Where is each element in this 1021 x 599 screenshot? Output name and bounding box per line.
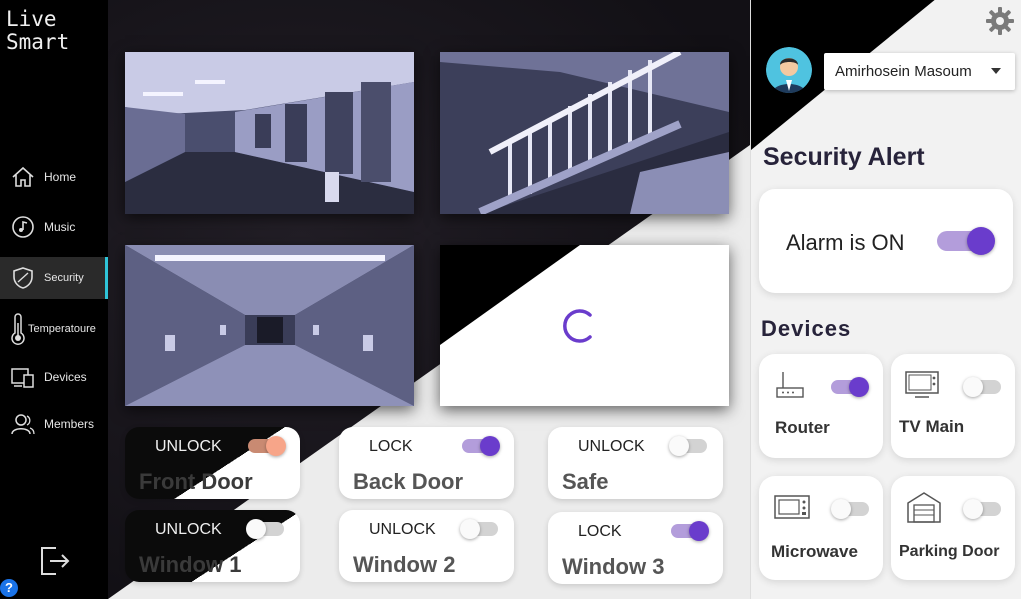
router-icon <box>773 368 811 402</box>
lock-name: Window 1 <box>139 552 242 577</box>
back-door-toggle[interactable] <box>462 436 500 456</box>
device-card-tv-main[interactable]: TV Main <box>891 354 1015 458</box>
lock-state: UNLOCK <box>369 521 436 538</box>
lock-state: UNLOCK <box>155 438 222 455</box>
sidebar-item-label: Temperatoure <box>28 323 96 335</box>
sidebar-item-security[interactable]: Security <box>0 257 108 299</box>
lock-card-back-door: LOCK Back Door <box>339 427 514 499</box>
sidebar-item-label: Music <box>44 220 76 234</box>
microwave-icon <box>773 490 811 524</box>
lock-card-window-2: UNLOCK Window 2 <box>339 510 514 582</box>
tv-icon <box>903 366 941 400</box>
device-name: Microwave <box>771 542 858 561</box>
window-1-toggle[interactable] <box>246 519 284 539</box>
members-icon <box>10 411 36 437</box>
parking-door-toggle[interactable] <box>963 499 1001 519</box>
thermometer-icon <box>8 313 28 345</box>
window-3-toggle[interactable] <box>671 521 709 541</box>
sidebar-item-label: Security <box>44 272 84 284</box>
lock-name: Window 2 <box>353 552 456 577</box>
lock-card-window-1: UNLOCK Window 1 <box>125 510 300 582</box>
window-2-toggle[interactable] <box>460 519 498 539</box>
sidebar-item-home[interactable]: Home <box>0 156 108 198</box>
logo-line-2: Smart <box>6 30 70 54</box>
sidebar-item-label: Devices <box>44 370 87 384</box>
device-card-router[interactable]: Router <box>759 354 883 458</box>
user-select[interactable]: Amirhosein Masoum <box>824 53 1015 90</box>
front-door-toggle[interactable] <box>248 436 286 456</box>
sidebar-item-devices[interactable]: Devices <box>0 356 108 398</box>
lock-state: UNLOCK <box>155 521 222 538</box>
app-logo: Live Smart <box>6 8 69 54</box>
sidebar-item-label: Home <box>44 170 77 184</box>
device-name: Router <box>775 418 830 437</box>
sidebar-item-temperature[interactable]: Temperatoure <box>0 308 108 350</box>
tv-main-toggle[interactable] <box>963 377 1001 397</box>
gear-icon[interactable] <box>985 6 1015 36</box>
security-alert-title: Security Alert <box>763 143 925 171</box>
loading-spinner-icon <box>563 309 592 343</box>
lock-state: LOCK <box>369 438 413 455</box>
help-button[interactable]: ? <box>0 579 18 597</box>
lock-name: Safe <box>562 469 609 494</box>
music-icon <box>10 214 36 240</box>
sidebar-item-music[interactable]: Music <box>0 206 108 248</box>
alarm-toggle[interactable] <box>937 227 995 255</box>
device-name: TV Main <box>899 417 965 436</box>
lock-card-window-3: LOCK Window 3 <box>548 512 723 584</box>
alarm-label: Alarm is ON <box>786 230 905 255</box>
corridor-camera[interactable] <box>125 52 414 214</box>
lock-state: LOCK <box>578 523 622 540</box>
devices-title: Devices <box>761 316 852 341</box>
home-icon <box>10 164 36 190</box>
sidebar-item-members[interactable]: Members <box>0 403 108 445</box>
user-name: Amirhosein Masoum <box>835 63 972 80</box>
lock-name: Front Door <box>139 469 253 494</box>
hallway-camera[interactable] <box>125 245 414 406</box>
device-name: Parking Door <box>899 543 1000 560</box>
alarm-card: Alarm is ON <box>759 189 1013 293</box>
devices-icon <box>10 364 36 390</box>
microwave-toggle[interactable] <box>831 499 869 519</box>
device-card-microwave[interactable]: Microwave <box>759 476 883 580</box>
lock-card-front-door: UNLOCK Front Door <box>125 427 300 499</box>
safe-toggle[interactable] <box>669 436 707 456</box>
logo-line-1: Live <box>6 7 57 31</box>
shield-icon <box>10 265 36 291</box>
loading-camera[interactable] <box>440 245 729 406</box>
chevron-down-icon <box>991 68 1001 74</box>
router-toggle[interactable] <box>831 377 869 397</box>
lock-name: Back Door <box>353 469 464 494</box>
logout-icon[interactable] <box>38 544 72 578</box>
right-panel: Amirhosein Masoum Security Alert Alarm i… <box>750 0 1021 599</box>
stairwell-camera[interactable] <box>440 52 729 214</box>
lock-card-safe: UNLOCK Safe <box>548 427 723 499</box>
lock-state: UNLOCK <box>578 438 645 455</box>
avatar[interactable] <box>766 47 812 93</box>
garage-icon <box>905 490 943 524</box>
sidebar-item-label: Members <box>44 417 95 431</box>
lock-name: Window 3 <box>562 554 665 579</box>
security-main: UNLOCK Front Door LOCK Back Door UNLOCK … <box>108 0 750 599</box>
sidebar: Live Smart Home Music Security Temperato… <box>0 0 108 599</box>
device-card-parking-door[interactable]: Parking Door <box>891 476 1015 580</box>
